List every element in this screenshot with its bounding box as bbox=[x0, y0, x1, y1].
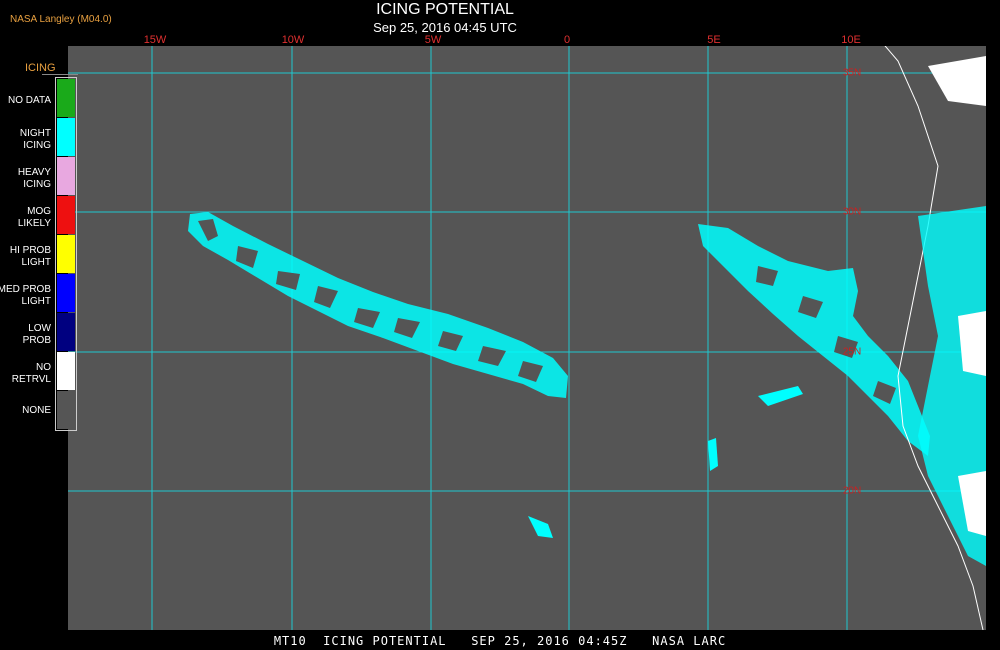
legend-label-hi-prob-light: HI PROB LIGHT bbox=[9, 245, 51, 268]
legend-swatch-no-retrvl bbox=[57, 352, 75, 390]
legend-label-heavy-icing: HEAVY ICING bbox=[17, 167, 51, 190]
legend-divider bbox=[42, 74, 78, 75]
legend-swatch-med-prob-light bbox=[57, 274, 75, 312]
legend-label-none: NONE bbox=[22, 405, 51, 416]
map-canvas bbox=[68, 46, 986, 630]
legend-swatch-low-prob bbox=[57, 313, 75, 351]
lat-label-30n: 30N bbox=[842, 206, 862, 218]
lon-label-5w: 5W bbox=[424, 34, 442, 46]
lat-label-35n: 35N bbox=[842, 67, 862, 79]
legend-swatch-heavy-icing bbox=[57, 157, 75, 195]
legend-swatch-night-icing bbox=[57, 118, 75, 156]
legend-title: ICING bbox=[25, 62, 56, 74]
legend-label-night-icing: NIGHT ICING bbox=[19, 128, 51, 151]
lon-label-0: 0 bbox=[563, 34, 571, 46]
lon-label-10w: 10W bbox=[281, 34, 305, 46]
legend-color-bar bbox=[55, 77, 77, 431]
legend-label-no-data: NO DATA bbox=[8, 95, 51, 106]
icing-band-west bbox=[188, 212, 568, 398]
lat-label-25n: 25N bbox=[842, 346, 862, 358]
legend-label-no-retrvl: NO RETRVL bbox=[11, 362, 51, 385]
lat-label-20n: 20N bbox=[842, 485, 862, 497]
footer-caption: MT10 ICING POTENTIAL SEP 25, 2016 04:45Z… bbox=[273, 634, 727, 648]
legend-swatch-hi-prob-light bbox=[57, 235, 75, 273]
map-panel[interactable] bbox=[68, 46, 986, 630]
lon-label-15w: 15W bbox=[143, 34, 167, 46]
legend-label-low-prob: LOW PROB bbox=[22, 323, 51, 346]
page-title: ICING POTENTIAL bbox=[376, 1, 514, 18]
timestamp-subtitle: Sep 25, 2016 04:45 UTC bbox=[373, 20, 517, 35]
lon-label-10e: 10E bbox=[841, 34, 861, 46]
legend-swatch-none bbox=[57, 391, 75, 429]
lon-label-5e: 5E bbox=[707, 34, 721, 46]
legend-label-mog-likely: MOG LIKELY bbox=[17, 206, 51, 229]
land-icing-patches bbox=[918, 56, 986, 566]
legend-swatch-mog-likely bbox=[57, 196, 75, 234]
legend-swatch-no-data bbox=[57, 79, 75, 117]
legend-label-med-prob-light: MED PROB LIGHT bbox=[0, 284, 51, 307]
